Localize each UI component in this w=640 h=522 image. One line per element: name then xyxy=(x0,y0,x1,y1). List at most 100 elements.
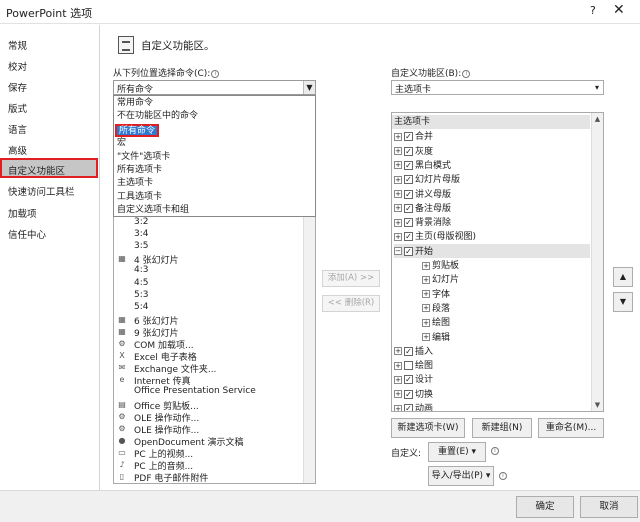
import-export-button[interactable]: 导入/导出(P) ▾ xyxy=(428,466,494,486)
commands-dropdown[interactable]: 常用命令 不在功能区中的命令 所有命令宏 "文件"选项卡 所有选项卡 主选项卡 工具选项卡自… xyxy=(113,95,316,217)
command-item[interactable]: Office Presentation Service xyxy=(114,386,300,398)
chevron-down-icon[interactable]: ▾ xyxy=(591,81,603,94)
tab-checkbox[interactable]: ✓ xyxy=(404,375,413,385)
commands-list[interactable]: 3:2 3:4 3:5 ▦ 4 张幻灯片 4:3 4:5 5:3 5:4 ▦ 6 张幻灯片 ▦ 9 张幻… xyxy=(113,217,316,484)
tree-header[interactable]: 主选项卡 xyxy=(392,115,590,129)
tree-tab[interactable]: + ✓ 合并 xyxy=(394,129,590,143)
tree-tab[interactable]: + 绘图 xyxy=(394,358,590,372)
dropdown-option[interactable]: 所有命令 xyxy=(115,123,159,138)
tree-tab[interactable]: + ✓ 黑白模式 xyxy=(394,158,590,172)
expand-icon[interactable]: + xyxy=(394,204,402,213)
sidebar-item[interactable]: 自定义功能区 xyxy=(0,158,98,178)
expand-icon[interactable]: + xyxy=(422,318,430,327)
tree-tab[interactable]: + ✓ 设计 xyxy=(394,372,590,386)
command-item[interactable]: ⚙ COM 加载项... xyxy=(114,338,300,351)
expand-icon[interactable]: + xyxy=(394,161,402,170)
tab-checkbox[interactable]: ✓ xyxy=(404,218,413,228)
dropdown-option[interactable]: 不在功能区中的命令 xyxy=(115,110,314,123)
collapse-icon[interactable]: − xyxy=(394,247,402,256)
dropdown-option[interactable]: 工具选项卡 xyxy=(115,191,314,204)
tree-tab[interactable]: + ✓ 灰度 xyxy=(394,144,590,158)
dropdown-option[interactable]: 常用命令 xyxy=(115,97,314,110)
scroll-up-icon[interactable]: ▲ xyxy=(590,114,603,126)
command-item[interactable]: ▦ 6 张幻灯片 xyxy=(114,314,300,327)
tree-group[interactable]: + 绘图 xyxy=(422,315,590,329)
close-button[interactable]: ✕ xyxy=(613,2,625,18)
expand-icon[interactable]: + xyxy=(394,347,402,356)
expand-icon[interactable]: + xyxy=(394,190,402,198)
tree-tab[interactable]: + ✓ 动画 xyxy=(394,401,590,411)
command-item[interactable]: ⚙ OLE 操作动作... xyxy=(114,423,300,436)
move-up-button[interactable]: ▲ xyxy=(613,267,633,287)
expand-icon[interactable]: + xyxy=(422,261,430,270)
command-item[interactable]: ▦ 9 张幻灯片 xyxy=(114,326,300,339)
expand-icon[interactable]: + xyxy=(394,232,402,241)
command-item[interactable]: 3:4 xyxy=(114,229,300,241)
expand-icon[interactable]: + xyxy=(422,290,430,299)
tree-tab[interactable]: + ✓ 备注母版 xyxy=(394,201,590,215)
expand-icon[interactable]: + xyxy=(422,333,430,341)
expand-icon[interactable]: + xyxy=(394,361,402,370)
reset-button[interactable]: 重置(E) ▾ xyxy=(428,442,486,462)
ribbon-tree[interactable]: +✓幻灯片放映+✓动画+✓切换+✓设计+绘图+✓插入+编辑+绘图+段落+字体+幻… xyxy=(391,112,604,412)
tab-checkbox[interactable] xyxy=(404,361,413,371)
commands-scrollbar[interactable] xyxy=(303,217,315,483)
add-button[interactable]: 添加(A) >> xyxy=(322,270,380,287)
cancel-button[interactable]: 取消 xyxy=(580,496,638,518)
chevron-down-icon[interactable]: ▼ xyxy=(303,81,315,94)
choose-commands-combo[interactable]: 所有命令 ▼ xyxy=(113,80,316,95)
expand-icon[interactable]: + xyxy=(394,390,402,399)
tab-checkbox[interactable]: ✓ xyxy=(404,132,413,142)
command-item[interactable]: 3:5 xyxy=(114,241,300,253)
tab-checkbox[interactable]: ✓ xyxy=(404,160,413,170)
tab-checkbox[interactable]: ✓ xyxy=(404,175,413,185)
customize-ribbon-combo[interactable]: 主选项卡 ▾ xyxy=(391,80,604,95)
command-item[interactable]: ● OpenDocument 演示文稿 xyxy=(114,435,300,448)
command-item[interactable]: ▤ Office 剪贴板... xyxy=(114,399,300,412)
command-item[interactable]: e Internet 传真 xyxy=(114,374,300,387)
sidebar-item[interactable]: 版式 xyxy=(0,96,100,116)
command-item[interactable]: ✉ Exchange 文件夹... xyxy=(114,362,300,375)
remove-button[interactable]: << 删除(R) xyxy=(322,295,380,312)
sidebar-item[interactable]: 快速访问工具栏 xyxy=(0,179,100,199)
command-item[interactable]: ♪ PC 上的音频... xyxy=(114,459,300,472)
move-down-button[interactable]: ▼ xyxy=(613,292,633,312)
sidebar-item[interactable]: 信任中心 xyxy=(0,222,100,242)
expand-icon[interactable]: + xyxy=(394,218,402,227)
tab-checkbox[interactable]: ✓ xyxy=(404,203,413,213)
expand-icon[interactable]: + xyxy=(394,132,402,141)
tab-checkbox[interactable]: ✓ xyxy=(404,232,413,242)
command-item[interactable]: ▯ PDF 电子邮件附件 xyxy=(114,471,300,483)
dropdown-option[interactable]: 自定义选项卡和组 xyxy=(115,204,314,217)
expand-icon[interactable]: + xyxy=(394,175,402,184)
tree-tab[interactable]: + ✓ 讲义母版 xyxy=(394,187,590,201)
tree-tab[interactable]: + ✓ 插入 xyxy=(394,344,590,358)
sidebar-item[interactable]: 加载项 xyxy=(0,201,100,221)
tab-checkbox[interactable]: ✓ xyxy=(404,346,413,356)
tree-group[interactable]: + 幻灯片 xyxy=(422,272,590,286)
command-item[interactable]: 5:3 xyxy=(114,290,300,302)
command-item[interactable]: 3:2 xyxy=(114,217,300,229)
tree-tab[interactable]: + ✓ 背景消除 xyxy=(394,215,590,229)
expand-icon[interactable]: + xyxy=(422,304,430,313)
dropdown-option[interactable]: 所有选项卡 xyxy=(115,164,314,177)
tab-checkbox[interactable]: ✓ xyxy=(404,189,413,199)
sidebar-item[interactable]: 保存 xyxy=(0,75,100,95)
command-item[interactable]: ▭ PC 上的视频... xyxy=(114,447,300,460)
new-group-button[interactable]: 新建组(N) xyxy=(472,418,532,438)
help-button[interactable]: ? xyxy=(590,4,596,17)
sidebar-item[interactable]: 常规 xyxy=(0,33,100,53)
dropdown-option[interactable]: "文件"选项卡 xyxy=(115,151,314,164)
command-item[interactable]: ▦ 4 张幻灯片 xyxy=(114,253,300,266)
expand-icon[interactable]: + xyxy=(394,147,402,156)
scroll-down-icon[interactable]: ▼ xyxy=(590,400,603,411)
command-item[interactable]: 5:4 xyxy=(114,302,300,314)
tree-scrollbar[interactable]: ▲ ▼ xyxy=(591,113,603,411)
expand-icon[interactable]: + xyxy=(422,275,430,284)
dropdown-option[interactable]: 主选项卡 xyxy=(115,177,314,190)
tree-group[interactable]: + 剪贴板 xyxy=(422,258,590,272)
tab-checkbox[interactable]: ✓ xyxy=(404,389,413,399)
new-tab-button[interactable]: 新建选项卡(W) xyxy=(391,418,465,438)
sidebar-item[interactable]: 高级 xyxy=(0,138,100,158)
expand-icon[interactable]: + xyxy=(394,404,402,411)
